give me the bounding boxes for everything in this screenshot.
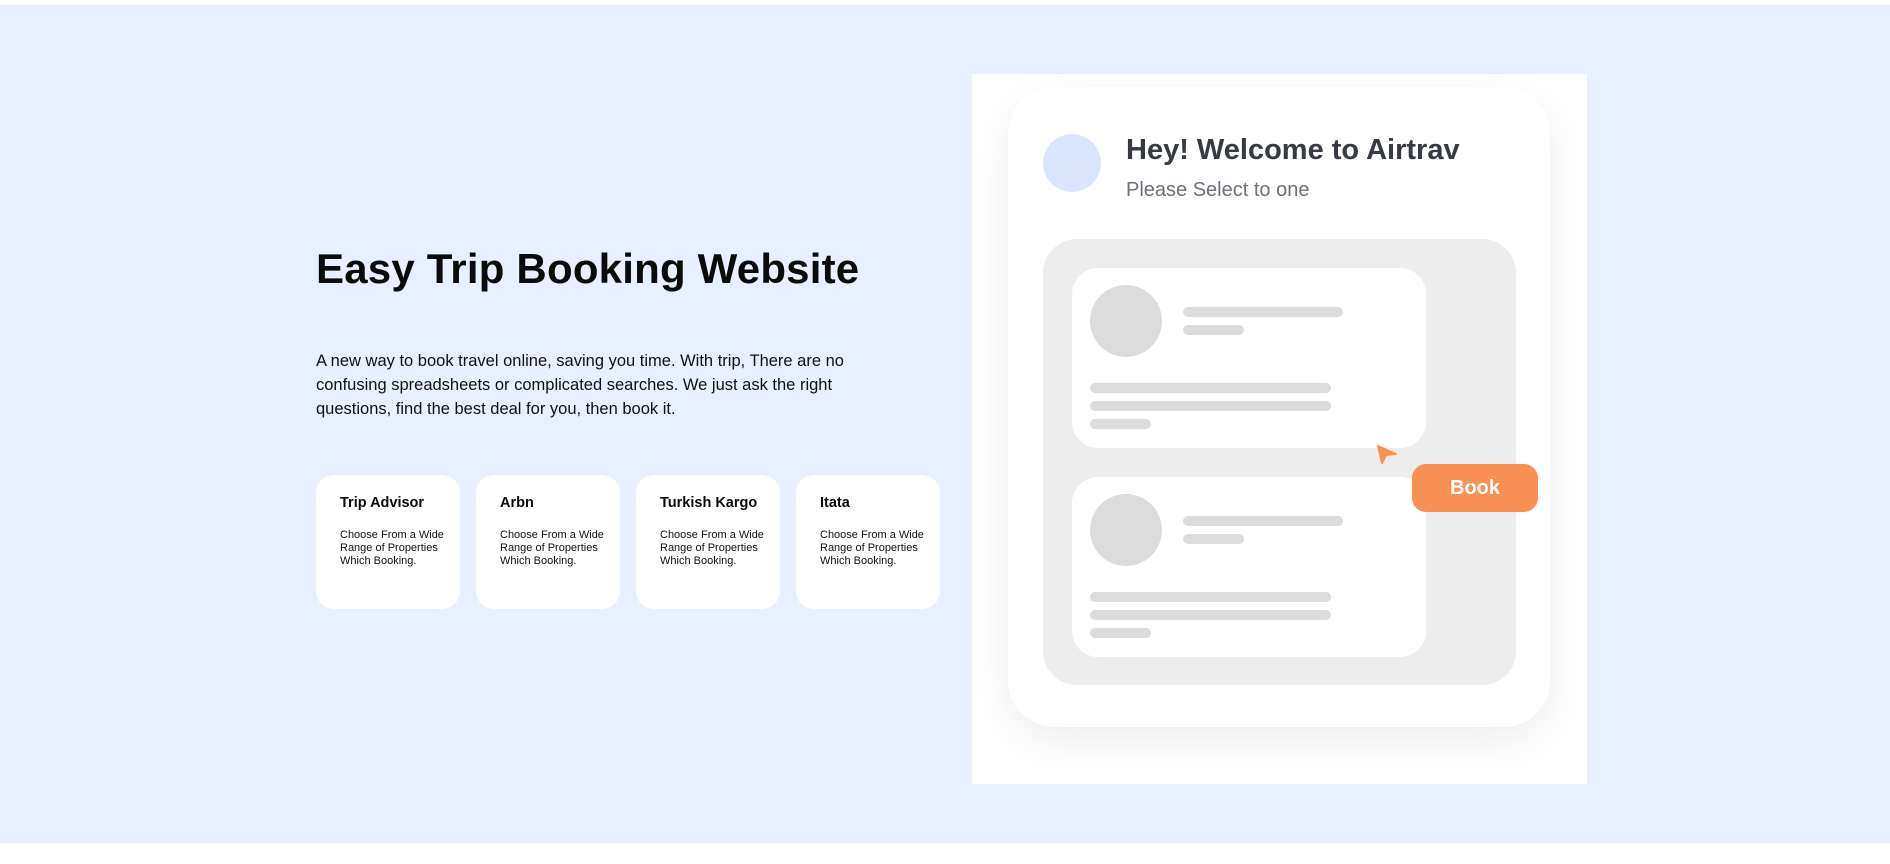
placeholder-line <box>1183 516 1343 526</box>
booking-list <box>1043 239 1516 685</box>
partner-card-trip-advisor[interactable]: Trip Advisor Choose From a Wide Range of… <box>316 475 460 609</box>
placeholder-line <box>1090 383 1331 393</box>
book-button[interactable]: Book <box>1412 464 1538 512</box>
cursor-arrow-icon <box>1377 445 1397 464</box>
partner-card-text: Choose From a Wide Range of Properties W… <box>660 529 764 567</box>
placeholder-line <box>1090 592 1331 602</box>
mockup-subtitle: Please Select to one <box>1126 179 1310 201</box>
phone-mockup: Hey! Welcome to Airtrav Please Select to… <box>1008 87 1550 727</box>
placeholder-line <box>1183 534 1244 544</box>
placeholder-line <box>1090 401 1331 411</box>
placeholder-line <box>1090 419 1151 429</box>
partner-card-text: Choose From a Wide Range of Properties W… <box>500 529 604 567</box>
hero-section: Easy Trip Booking Website A new way to b… <box>0 5 1890 843</box>
partner-card-text: Choose From a Wide Range of Properties W… <box>820 529 924 567</box>
hero-description: A new way to book travel online, saving … <box>316 352 844 418</box>
placeholder-line <box>1090 610 1331 620</box>
list-item-thumbnail <box>1090 494 1162 566</box>
partner-card-title: Itata <box>820 495 850 511</box>
partner-card-arbn[interactable]: Arbn Choose From a Wide Range of Propert… <box>476 475 620 609</box>
partner-card-title: Trip Advisor <box>340 495 425 511</box>
partner-card-title: Turkish Kargo <box>660 495 758 511</box>
partner-card-itata[interactable]: Itata Choose From a Wide Range of Proper… <box>796 475 940 609</box>
app-mockup-frame: Hey! Welcome to Airtrav Please Select to… <box>972 74 1587 784</box>
list-item[interactable] <box>1072 268 1426 448</box>
partner-card-turkish-kargo[interactable]: Turkish Kargo Choose From a Wide Range o… <box>636 475 780 609</box>
page-title: Easy Trip Booking Website <box>316 245 860 292</box>
placeholder-line <box>1183 307 1343 317</box>
list-item-thumbnail <box>1090 285 1162 357</box>
placeholder-line <box>1183 325 1244 335</box>
list-item[interactable] <box>1072 477 1426 657</box>
placeholder-line <box>1090 628 1151 638</box>
mockup-welcome-heading: Hey! Welcome to Airtrav <box>1126 134 1460 166</box>
avatar <box>1043 134 1101 192</box>
partner-card-text: Choose From a Wide Range of Properties W… <box>340 529 444 567</box>
partner-card-title: Arbn <box>500 495 534 511</box>
